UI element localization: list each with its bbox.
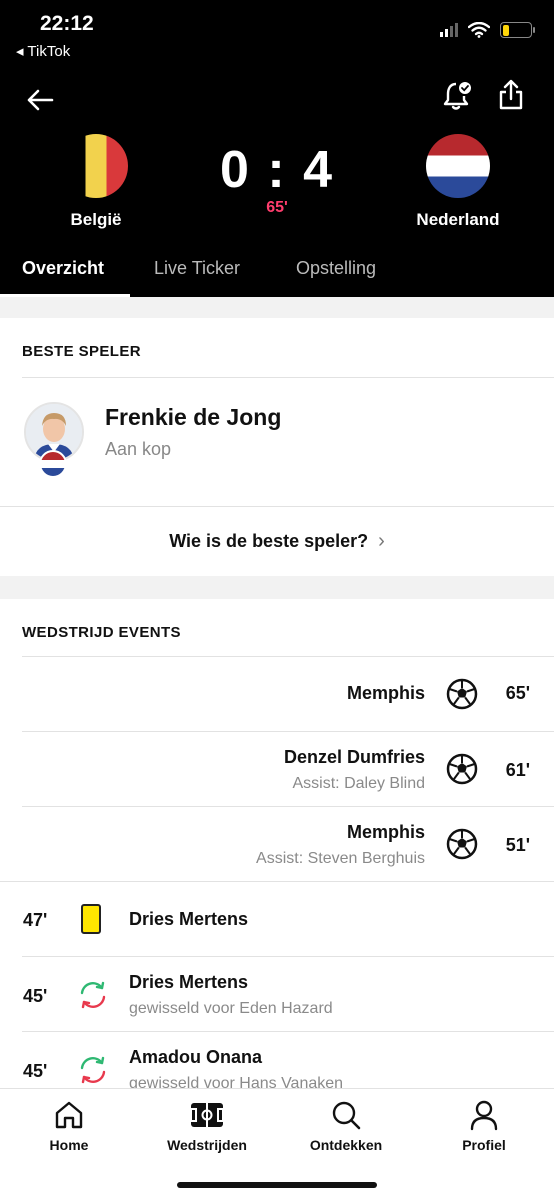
away-team[interactable]: Nederland <box>388 134 528 230</box>
wifi-icon <box>468 22 490 38</box>
event-detail: Assist: Daley Blind <box>292 775 426 792</box>
pitch-icon <box>190 1103 224 1127</box>
tab-overzicht[interactable]: Overzicht <box>0 252 130 297</box>
nav-ontdekken-label: Ontdekken <box>309 1137 383 1153</box>
divider <box>22 377 554 378</box>
event-minute: 47' <box>23 910 48 930</box>
football-icon <box>446 678 478 710</box>
battery-icon <box>500 22 535 38</box>
share-icon <box>499 79 523 110</box>
substitution-icon <box>80 1056 106 1084</box>
best-player-section-title: BESTE SPELER <box>22 343 141 360</box>
event-row[interactable]: Memphis 65' <box>0 657 554 732</box>
nav-wedstrijden-label: Wedstrijden <box>167 1137 247 1153</box>
signal-icon <box>440 23 458 37</box>
event-row[interactable]: 47' Dries Mertens <box>0 882 554 957</box>
event-minute: 65' <box>505 683 530 703</box>
substitution-icon <box>80 981 106 1009</box>
netherlands-flag-icon <box>39 450 67 478</box>
back-to-app-link[interactable]: ◂ TikTok <box>16 42 70 60</box>
match-tabs: Overzicht Live Ticker Opstelling <box>0 252 554 297</box>
status-time: 22:12 <box>40 12 94 35</box>
tab-opstelling[interactable]: Opstelling <box>296 252 396 297</box>
events-section-title: WEDSTRIJD EVENTS <box>22 624 181 641</box>
status-icons <box>440 22 535 38</box>
netherlands-flag-icon <box>426 134 490 198</box>
vote-best-player-button[interactable]: Wie is de beste speler? › <box>0 506 554 576</box>
football-icon <box>446 753 478 785</box>
nav-home[interactable]: Home <box>14 1099 124 1153</box>
search-icon <box>332 1101 361 1130</box>
nav-profiel[interactable]: Profiel <box>429 1099 539 1153</box>
tab-live-ticker[interactable]: Live Ticker <box>154 252 274 297</box>
event-minute: 45' <box>23 1061 48 1081</box>
event-player: Memphis <box>346 683 425 703</box>
event-minute: 61' <box>505 760 530 780</box>
player-nationality-flag <box>39 450 67 478</box>
football-icon <box>446 828 478 860</box>
match-events-card: WEDSTRIJD EVENTS Memphis 65' Denzel Dumf… <box>0 599 554 1099</box>
event-row[interactable]: Memphis Assist: Steven Berghuis 51' <box>0 807 554 882</box>
arrow-left-icon <box>27 89 54 111</box>
event-row[interactable]: 45' Dries Mertens gewisseld voor Eden Ha… <box>0 957 554 1032</box>
event-player: Amadou Onana <box>129 1047 263 1067</box>
home-indicator[interactable] <box>177 1182 377 1188</box>
nav-wedstrijden[interactable]: Wedstrijden <box>152 1099 262 1153</box>
back-button[interactable] <box>24 84 56 116</box>
user-icon <box>470 1100 498 1131</box>
notification-button[interactable] <box>440 78 476 114</box>
event-player: Dries Mertens <box>129 972 249 992</box>
match-header: 22:12 ◂ TikTok België 0: 4 65' Nederlan… <box>0 0 554 297</box>
away-team-name: Nederland <box>416 210 500 229</box>
event-player: Denzel Dumfries <box>283 747 425 767</box>
event-detail: Assist: Steven Berghuis <box>256 850 425 867</box>
event-detail: gewisseld voor Eden Hazard <box>129 1000 333 1017</box>
nav-home-label: Home <box>49 1137 89 1153</box>
chevron-right-icon: › <box>378 529 385 552</box>
vote-label: Wie is de beste speler? <box>169 530 369 551</box>
best-player-name: Frenkie de Jong <box>105 404 282 430</box>
event-player: Dries Mertens <box>129 909 249 929</box>
best-player-card: BESTE SPELER Frenkie de Jong Aan kop Wie… <box>0 318 554 576</box>
share-button[interactable] <box>492 76 530 114</box>
bell-check-icon <box>443 82 471 110</box>
yellow-card-icon <box>81 904 101 934</box>
nav-ontdekken[interactable]: Ontdekken <box>291 1099 401 1153</box>
event-row[interactable]: Denzel Dumfries Assist: Daley Blind 61' <box>0 732 554 807</box>
event-player: Memphis <box>346 822 425 842</box>
event-minute: 45' <box>23 986 48 1006</box>
home-icon <box>55 1101 83 1129</box>
best-player-subtitle: Aan kop <box>105 439 172 459</box>
nav-profiel-label: Profiel <box>462 1137 506 1153</box>
event-minute: 51' <box>505 835 530 855</box>
